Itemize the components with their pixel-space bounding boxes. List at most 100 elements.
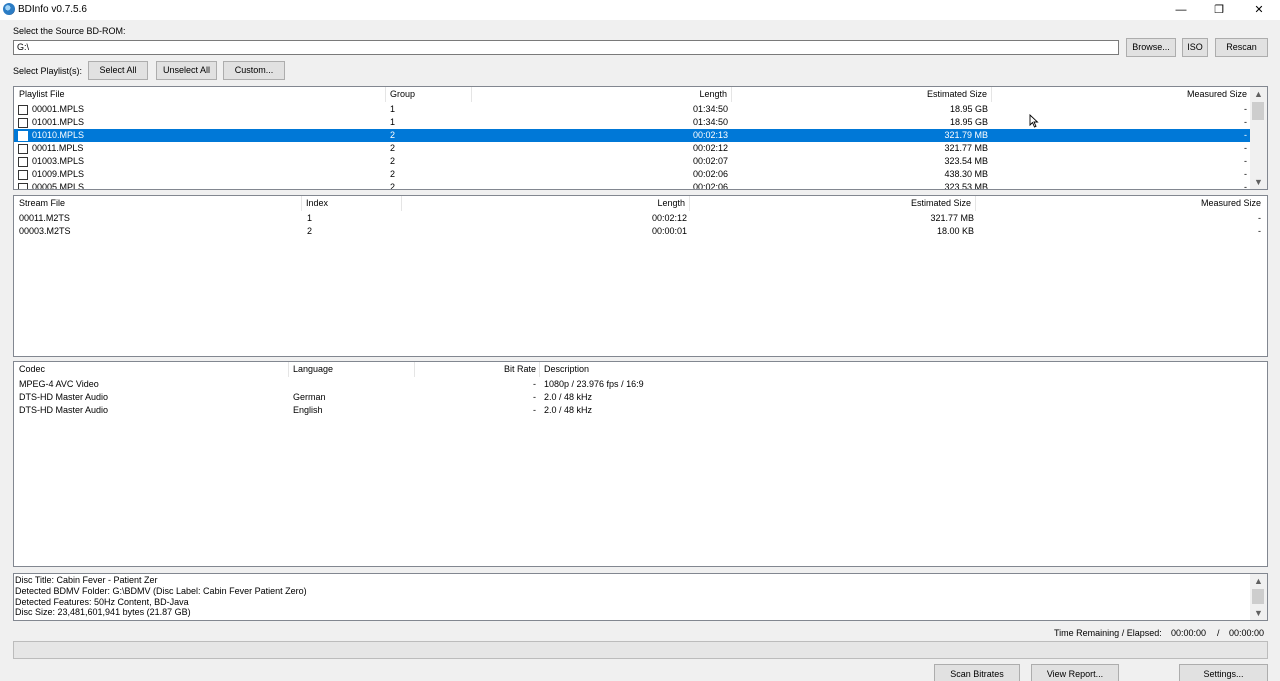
col-codec[interactable]: Codec: [14, 362, 289, 377]
col-language[interactable]: Language: [289, 362, 415, 377]
stream-row[interactable]: 00011.M2TS 1 00:02:12 321.77 MB -: [14, 212, 1267, 225]
time-remaining-value: 00:00:00: [1171, 628, 1207, 638]
playlist-row[interactable]: 00011.MPLS 2 00:02:12 321.77 MB -: [14, 142, 1251, 155]
stream-length: 00:00:01: [651, 226, 687, 236]
codec-language: German: [293, 392, 326, 402]
scroll-up-icon[interactable]: ▲: [1250, 574, 1267, 588]
col-estimated-size[interactable]: Estimated Size: [732, 87, 992, 102]
playlist-checkbox[interactable]: [18, 118, 28, 128]
playlist-checkbox[interactable]: [18, 144, 28, 154]
playlist-checkbox[interactable]: [18, 183, 28, 189]
minimize-button[interactable]: —: [1162, 0, 1200, 20]
playlist-row[interactable]: 01003.MPLS 2 00:02:07 323.54 MB -: [14, 155, 1251, 168]
pointer-cursor-icon: [1029, 114, 1039, 128]
scan-progress-bar: [13, 641, 1268, 659]
title-bar: BDInfo v0.7.5.6 — ❐ ✕: [0, 0, 1280, 20]
playlist-row[interactable]: 01009.MPLS 2 00:02:06 438.30 MB -: [14, 168, 1251, 181]
codec-bit-rate: -: [533, 379, 536, 389]
col-stream-file[interactable]: Stream File: [14, 196, 302, 211]
playlist-checkbox[interactable]: [18, 157, 28, 167]
stream-measured-size: -: [1258, 226, 1261, 236]
col-group[interactable]: Group: [386, 87, 472, 102]
col-bit-rate[interactable]: Bit Rate: [415, 362, 540, 377]
playlist-group: 2: [390, 143, 396, 153]
codec-row[interactable]: MPEG-4 AVC Video - 1080p / 23.976 fps / …: [14, 378, 1267, 391]
col-stream-measured-size[interactable]: Measured Size: [976, 196, 1267, 211]
playlist-file: 01003.MPLS: [32, 156, 85, 166]
playlist-measured-size: -: [1244, 169, 1247, 179]
col-description[interactable]: Description: [540, 362, 940, 377]
col-measured-size[interactable]: Measured Size: [992, 87, 1251, 102]
stream-file: 00011.M2TS: [19, 213, 70, 223]
scroll-down-icon[interactable]: ▼: [1250, 606, 1267, 620]
col-stream-length[interactable]: Length: [402, 196, 690, 211]
col-playlist-file[interactable]: Playlist File: [14, 87, 386, 102]
stream-index: 1: [307, 213, 313, 223]
col-index[interactable]: Index: [302, 196, 402, 211]
playlist-length: 00:02:07: [692, 156, 728, 166]
playlist-scroll-thumb[interactable]: [1252, 102, 1264, 120]
playlist-length: 00:02:12: [692, 143, 728, 153]
disc-title-line: Disc Title: Cabin Fever - Patient Zer: [15, 575, 158, 585]
view-report-button[interactable]: View Report...: [1031, 664, 1119, 681]
bdinfo-app-icon: [3, 3, 15, 15]
codec-language: English: [293, 405, 323, 415]
playlist-checkbox[interactable]: [18, 105, 28, 115]
custom-button[interactable]: Custom...: [223, 61, 285, 80]
settings-button[interactable]: Settings...: [1179, 664, 1268, 681]
playlist-row[interactable]: 00001.MPLS 1 01:34:50 18.95 GB -: [14, 103, 1251, 116]
stream-file: 00003.M2TS: [19, 226, 71, 236]
unselect-all-button[interactable]: Unselect All: [156, 61, 217, 80]
browse-button[interactable]: Browse...: [1126, 38, 1176, 57]
time-remaining-elapsed-label: Time Remaining / Elapsed:: [1054, 628, 1162, 638]
codec-row[interactable]: DTS-HD Master Audio English - 2.0 / 48 k…: [14, 404, 1267, 417]
playlist-list[interactable]: Playlist File Group Length Estimated Siz…: [13, 86, 1268, 190]
scroll-down-icon[interactable]: ▼: [1250, 175, 1267, 189]
playlist-length: 00:02:13: [692, 130, 728, 140]
disc-info-textarea[interactable]: Disc Title: Cabin Fever - Patient Zer De…: [13, 573, 1268, 621]
select-all-button[interactable]: Select All: [88, 61, 148, 80]
playlist-file: 01009.MPLS: [32, 169, 85, 179]
disc-info-scroll-thumb[interactable]: [1252, 589, 1264, 604]
playlist-group: 1: [390, 104, 396, 114]
stream-row[interactable]: 00003.M2TS 2 00:00:01 18.00 KB -: [14, 225, 1267, 238]
playlist-scrollbar[interactable]: ▲ ▼: [1250, 87, 1267, 189]
col-length[interactable]: Length: [472, 87, 732, 102]
close-button[interactable]: ✕: [1240, 0, 1278, 20]
bdmv-folder-line: Detected BDMV Folder: G:\BDMV (Disc Labe…: [15, 585, 307, 596]
disc-info-scrollbar[interactable]: ▲ ▼: [1250, 574, 1267, 620]
playlist-length: 00:02:06: [692, 182, 728, 190]
playlist-group: 1: [390, 117, 396, 127]
playlist-checkbox[interactable]: [18, 170, 28, 180]
source-path-input[interactable]: G:\: [13, 40, 1119, 55]
codec-row[interactable]: DTS-HD Master Audio German - 2.0 / 48 kH…: [14, 391, 1267, 404]
stream-file-list[interactable]: Stream File Index Length Estimated Size …: [13, 195, 1268, 357]
iso-button[interactable]: ISO: [1182, 38, 1208, 57]
playlist-length: 00:02:06: [692, 169, 728, 179]
rescan-button[interactable]: Rescan: [1215, 38, 1268, 57]
playlist-file: 00001.MPLS: [32, 104, 85, 114]
playlist-length: 01:34:50: [692, 117, 728, 127]
playlist-row-selected[interactable]: 01010.MPLS 2 00:02:13 321.79 MB -: [14, 129, 1251, 142]
codec-list[interactable]: Codec Language Bit Rate Description MPEG…: [13, 361, 1268, 567]
restore-button[interactable]: ❐: [1200, 0, 1238, 20]
stream-measured-size: -: [1258, 213, 1261, 223]
codec-description: 1080p / 23.976 fps / 16:9: [544, 379, 644, 389]
playlist-row[interactable]: 00005.MPLS 2 00:02:06 323.53 MB -: [14, 181, 1251, 190]
codec-bit-rate: -: [533, 405, 536, 415]
scroll-up-icon[interactable]: ▲: [1250, 87, 1267, 101]
col-stream-estimated-size[interactable]: Estimated Size: [690, 196, 976, 211]
playlist-estimated-size: 321.79 MB: [944, 130, 988, 140]
playlist-checkbox[interactable]: [18, 131, 28, 141]
playlist-file: 01001.MPLS: [32, 117, 85, 127]
playlist-estimated-size: 323.53 MB: [944, 182, 988, 190]
scan-bitrates-button[interactable]: Scan Bitrates: [934, 664, 1020, 681]
playlist-file: 00011.MPLS: [32, 143, 84, 153]
playlist-row[interactable]: 01001.MPLS 1 01:34:50 18.95 GB -: [14, 116, 1251, 129]
stream-length: 00:02:12: [651, 213, 687, 223]
codec-description: 2.0 / 48 kHz: [544, 405, 593, 415]
playlist-group: 2: [390, 130, 396, 140]
playlist-estimated-size: 18.95 GB: [949, 117, 988, 127]
playlist-measured-size: -: [1244, 143, 1247, 153]
playlist-group: 2: [390, 156, 396, 166]
